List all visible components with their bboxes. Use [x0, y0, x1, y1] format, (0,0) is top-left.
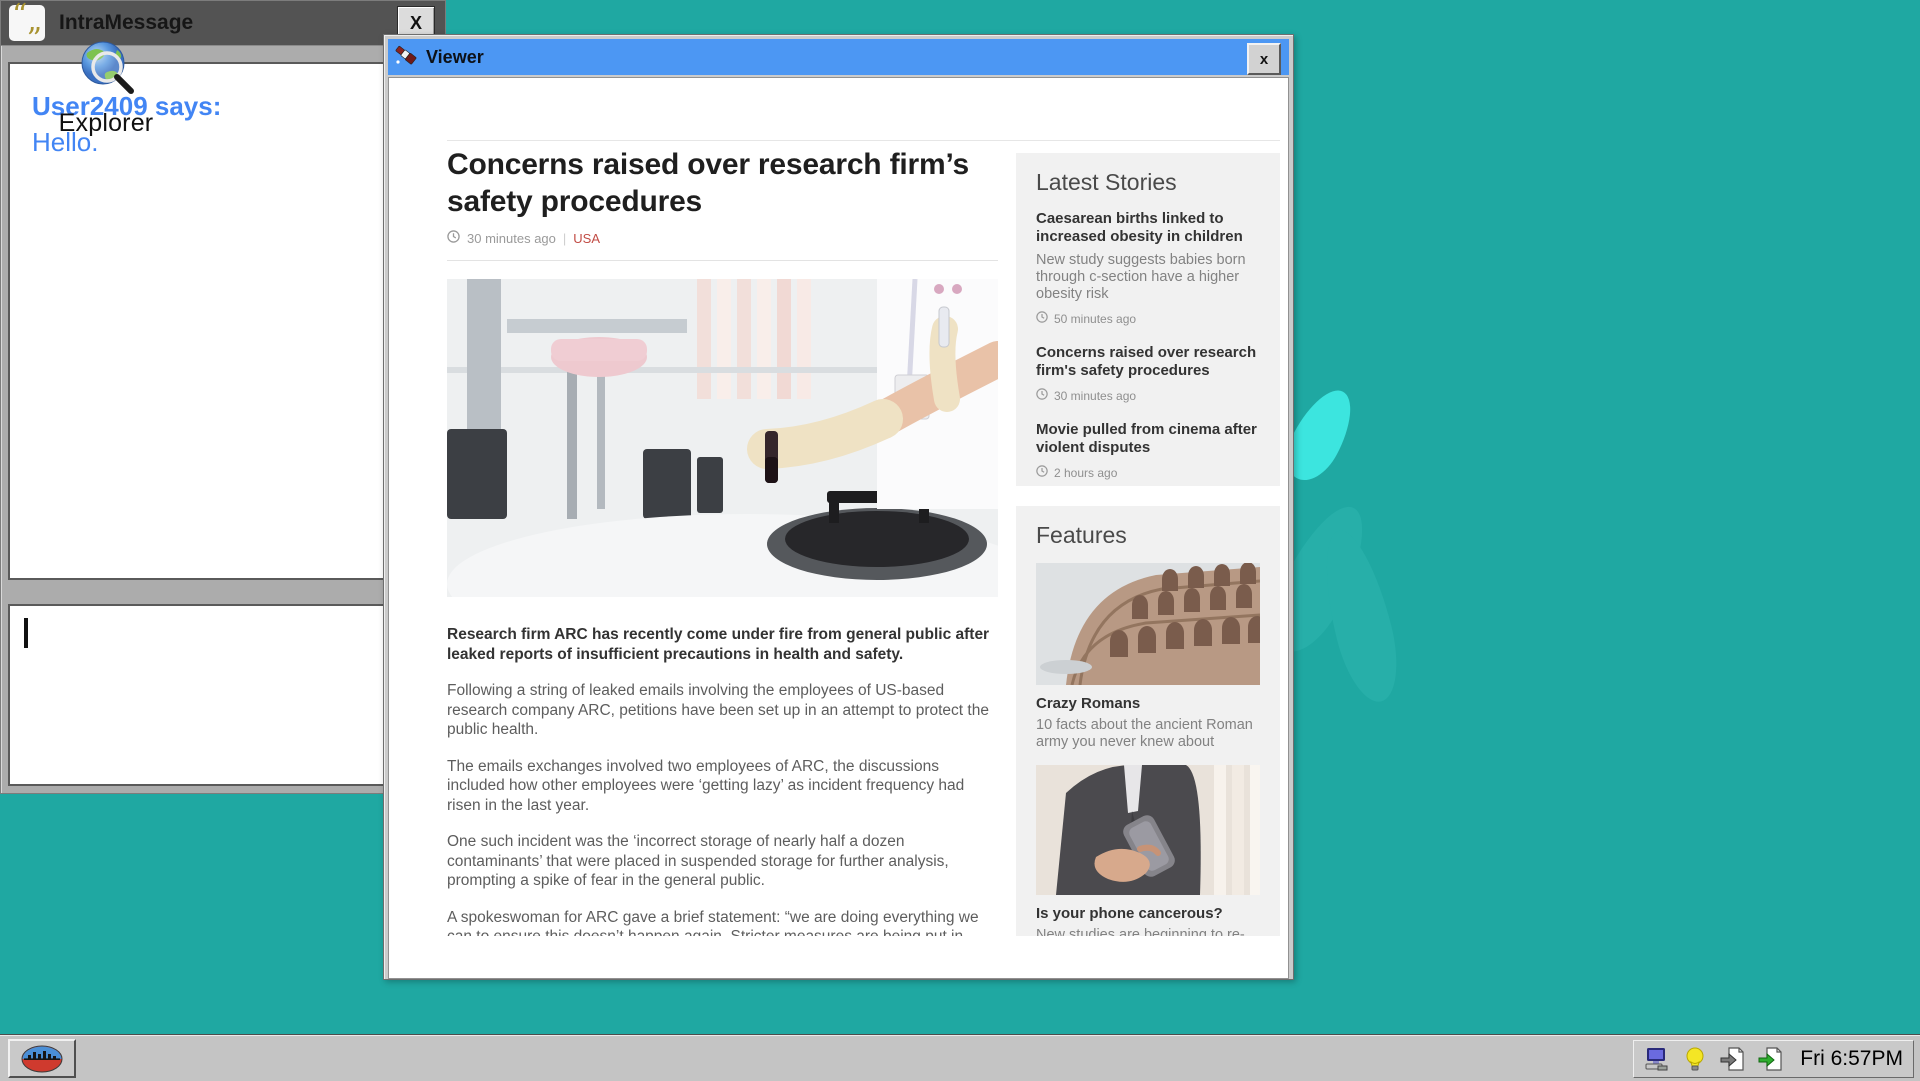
feature-image-phone	[1036, 765, 1260, 895]
feature-item[interactable]: Is your phone cancerous? New studies are…	[1036, 765, 1260, 936]
text-caret	[24, 618, 28, 648]
explorer-globe-icon	[73, 89, 139, 106]
clock-icon	[1036, 311, 1048, 326]
divider	[447, 260, 998, 261]
tray-computer-icon[interactable]	[1644, 1046, 1670, 1072]
tray-document-send-icon[interactable]	[1758, 1046, 1784, 1072]
intramessage-title: IntraMessage	[59, 11, 193, 35]
article-headline: Concerns raised over research firm’s saf…	[447, 146, 998, 220]
story-title: Movie pulled from cinema after violent d…	[1036, 421, 1260, 457]
article-paragraph: The emails exchanges involved two employ…	[447, 757, 998, 816]
clock-icon	[447, 230, 460, 246]
story-item[interactable]: Concerns raised over research firm's saf…	[1036, 344, 1260, 403]
taskbar: Fri 6:57PM	[0, 1035, 1920, 1081]
viewer-content: Concerns raised over research firm’s saf…	[388, 77, 1289, 979]
article-paragraph: Following a string of leaked emails invo…	[447, 681, 998, 740]
article-paragraph: A spokeswoman for ARC gave a brief state…	[447, 908, 998, 937]
feature-desc: New studies are beginning to re-link the…	[1036, 927, 1260, 936]
system-tray: Fri 6:57PM	[1633, 1040, 1914, 1078]
clock-icon	[1036, 388, 1048, 403]
story-time: 30 minutes ago	[1054, 389, 1136, 403]
story-time: 2 hours ago	[1054, 466, 1117, 480]
features-panel: Features	[1016, 506, 1280, 936]
story-desc: New study suggests babies born through c…	[1036, 252, 1260, 303]
start-logo-icon	[20, 1044, 64, 1074]
article-photo-lab	[447, 279, 998, 597]
feature-image-colosseum	[1036, 563, 1260, 685]
article-region-tag[interactable]: USA	[573, 231, 600, 246]
tray-lightbulb-icon[interactable]	[1682, 1046, 1708, 1072]
story-title: Caesarean births linked to increased obe…	[1036, 210, 1260, 246]
story-item[interactable]: Movie pulled from cinema after violent d…	[1036, 421, 1260, 480]
taskbar-clock[interactable]: Fri 6:57PM	[1800, 1047, 1903, 1071]
story-title: Concerns raised over research firm's saf…	[1036, 344, 1260, 380]
tray-document-in-icon[interactable]	[1720, 1046, 1746, 1072]
viewer-titlebar[interactable]: Viewer x	[388, 39, 1289, 75]
start-button[interactable]	[8, 1039, 76, 1078]
article-time: 30 minutes ago	[467, 231, 556, 246]
article: Concerns raised over research firm’s saf…	[447, 78, 998, 936]
article-paragraph: One such incident was the ‘incorrect sto…	[447, 832, 998, 891]
feature-desc: 10 facts about the ancient Roman army yo…	[1036, 717, 1260, 751]
feature-title: Crazy Romans	[1036, 695, 1260, 712]
viewer-title: Viewer	[426, 47, 484, 68]
latest-stories-title: Latest Stories	[1036, 169, 1260, 196]
story-time: 50 minutes ago	[1054, 312, 1136, 326]
feature-item[interactable]: Crazy Romans 10 facts about the ancient …	[1036, 563, 1260, 751]
feature-title: Is your phone cancerous?	[1036, 905, 1260, 922]
story-item[interactable]: Caesarean births linked to increased obe…	[1036, 210, 1260, 326]
viewer-close-button[interactable]: x	[1247, 43, 1281, 75]
article-lead: Research firm ARC has recently come unde…	[447, 625, 998, 664]
desktop-icon-label: Explorer	[46, 109, 166, 138]
quotes-icon: “”	[9, 5, 45, 41]
features-title: Features	[1036, 522, 1260, 549]
latest-stories-panel: Latest Stories Caesarean births linked t…	[1016, 153, 1280, 486]
telescope-icon	[394, 43, 418, 72]
viewer-window: Viewer x Concerns raised over research f…	[383, 34, 1294, 980]
chat-history: User2409 says: Hello.	[8, 62, 432, 580]
desktop-icon-explorer[interactable]: Explorer	[46, 38, 166, 138]
meta-separator: |	[563, 231, 566, 246]
chat-input[interactable]	[8, 604, 432, 786]
clock-icon	[1036, 465, 1048, 480]
